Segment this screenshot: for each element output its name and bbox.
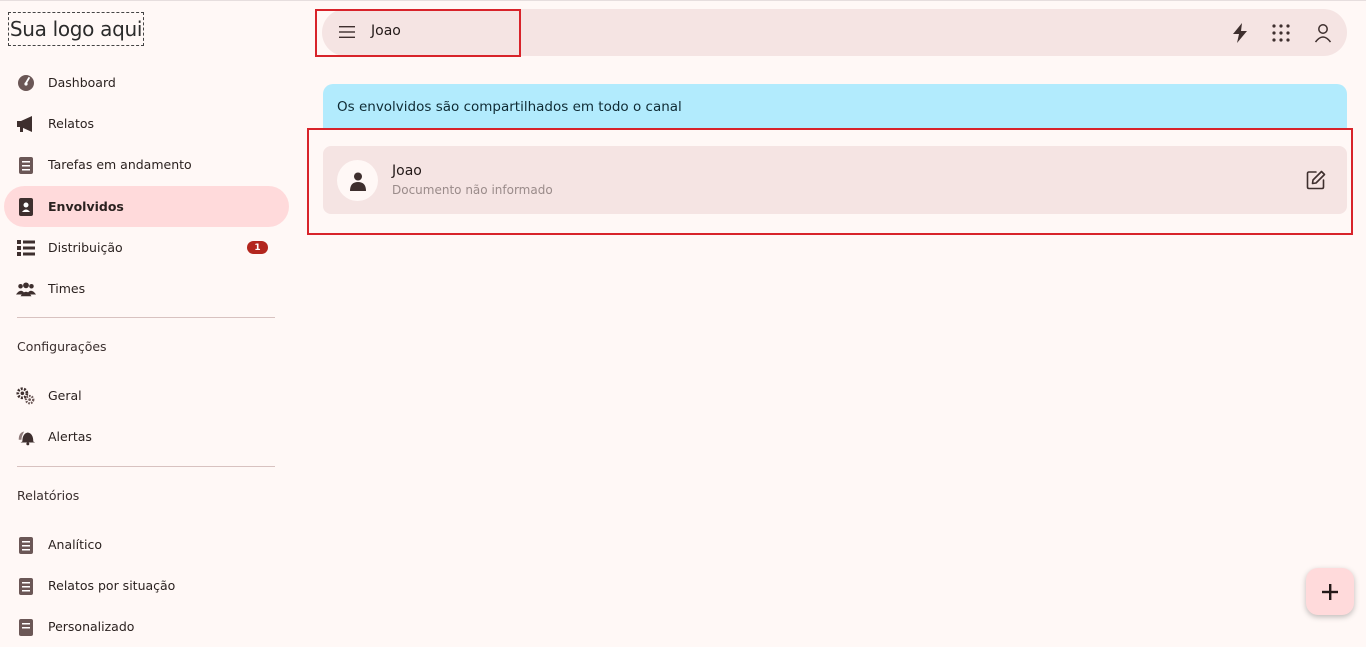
sidebar-item-label: Relatos	[48, 116, 95, 131]
clipboard-icon	[16, 617, 36, 637]
gears-icon	[16, 386, 36, 406]
sidebar-item-dashboard[interactable]: Dashboard	[4, 62, 289, 103]
person-icon	[349, 172, 366, 191]
users-icon	[16, 279, 36, 299]
person-card[interactable]: Joao Documento não informado	[323, 146, 1347, 214]
sidebar-item-label: Tarefas em andamento	[48, 157, 192, 172]
sidebar-divider	[17, 317, 275, 318]
account-icon[interactable]	[1311, 21, 1335, 45]
sidebar-item-label: Relatos por situação	[48, 578, 176, 593]
menu-icon[interactable]	[338, 23, 356, 41]
bolt-icon[interactable]	[1228, 21, 1252, 45]
person-document: Documento não informado	[392, 183, 553, 197]
megaphone-icon	[16, 114, 36, 134]
sidebar-item-alertas[interactable]: Alertas	[4, 416, 289, 457]
bell-icon	[16, 427, 36, 447]
top-app-bar: Joao	[322, 9, 1347, 56]
page-title: Joao	[371, 23, 401, 39]
sidebar-item-analitico[interactable]: Analítico	[4, 524, 289, 565]
sidebar-item-times[interactable]: Times	[4, 268, 289, 309]
sidebar-item-envolvidos[interactable]: Envolvidos	[4, 186, 289, 227]
section-title-configuracoes: Configurações	[17, 339, 107, 354]
clipboard-icon	[16, 155, 36, 175]
sidebar-item-label: Geral	[48, 388, 82, 403]
id-badge-icon	[16, 197, 36, 217]
sidebar-item-geral[interactable]: Geral	[4, 375, 289, 416]
sidebar-item-label: Analítico	[48, 537, 102, 552]
sidebar-item-label: Distribuição	[48, 240, 123, 255]
sidebar-item-label: Personalizado	[48, 619, 135, 634]
plus-icon	[1322, 583, 1338, 600]
section-title-relatorios: Relatórios	[17, 488, 80, 503]
list-icon	[16, 238, 36, 258]
sidebar-item-personalizado[interactable]: Personalizado	[4, 606, 289, 647]
logo[interactable]: Sua logo aqui	[8, 12, 144, 46]
sidebar-item-label: Alertas	[48, 429, 92, 444]
sidebar-item-relatos[interactable]: Relatos	[4, 103, 289, 144]
add-button[interactable]	[1306, 568, 1354, 615]
sidebar-item-label: Dashboard	[48, 75, 116, 90]
edit-icon[interactable]	[1305, 169, 1327, 191]
sidebar: Sua logo aqui Dashboard Relatos Tarefas …	[0, 0, 300, 636]
sidebar-divider	[17, 466, 275, 467]
sidebar-item-distribuicao[interactable]: Distribuição 1	[4, 227, 289, 268]
sidebar-item-label: Envolvidos	[48, 199, 124, 214]
sidebar-item-tarefas[interactable]: Tarefas em andamento	[4, 144, 289, 185]
avatar	[337, 160, 378, 201]
clipboard-icon	[16, 535, 36, 555]
sidebar-item-relatos-por-situacao[interactable]: Relatos por situação	[4, 565, 289, 606]
apps-grid-icon[interactable]	[1269, 21, 1293, 45]
gauge-icon	[16, 73, 36, 93]
clipboard-icon	[16, 576, 36, 596]
sidebar-item-label: Times	[48, 281, 86, 296]
person-name: Joao	[392, 163, 422, 179]
count-badge: 1	[247, 241, 268, 254]
info-banner: Os envolvidos são compartilhados em todo…	[323, 84, 1347, 129]
